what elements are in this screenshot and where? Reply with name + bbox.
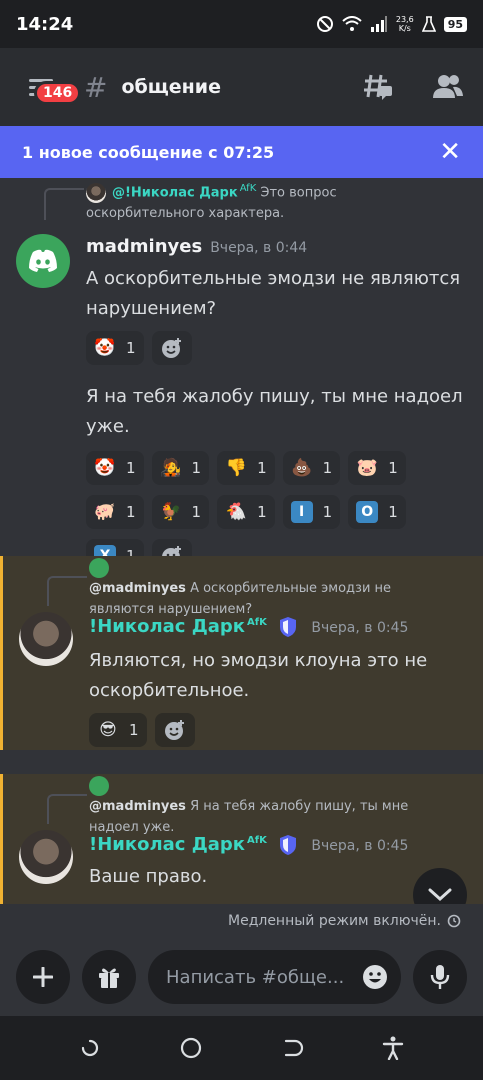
status-bar: 14:24 23,6 K/s 95	[0, 0, 483, 48]
reaction-letter-i[interactable]: I1	[282, 495, 341, 529]
microphone-icon	[430, 965, 450, 989]
reaction-chicken[interactable]: 🐔 1	[217, 495, 275, 529]
reaction-pig[interactable]: 🐖 1	[86, 495, 144, 529]
reaction-clown[interactable]: 🤡 1	[86, 331, 144, 365]
message-timestamp: Вчера, в 0:44	[210, 240, 308, 256]
reaction-bar: 🤡1 🧑‍🎤1 👎1 💩1 🐷1 🐖1 🐓1 🐔1 I1 O1 X1	[86, 451, 456, 573]
shield-icon	[280, 617, 297, 637]
slowmode-text: Медленный режим включён.	[228, 913, 441, 929]
avatar[interactable]	[19, 830, 73, 884]
emoji-icon[interactable]	[361, 963, 389, 991]
reaction-bar: 🤡 1	[86, 331, 456, 365]
reply-preview[interactable]: @!Николас Дарк AfK Это вопрос оскорбитель…	[86, 178, 443, 224]
net-speed: 23,6 K/s	[395, 15, 414, 33]
reaction-rooster[interactable]: 🐓 1	[151, 495, 210, 529]
reply-author: @!Николас Дарк	[112, 185, 238, 201]
chevron-down-icon	[428, 888, 452, 902]
gift-button[interactable]	[82, 950, 136, 1004]
gift-icon	[99, 968, 119, 988]
add-reaction-icon	[164, 720, 184, 740]
reply-author: @madminyes	[89, 581, 186, 596]
back-icon[interactable]	[282, 1037, 304, 1059]
add-reaction-icon	[161, 338, 181, 358]
add-reaction-button[interactable]	[151, 331, 192, 365]
message-list[interactable]: @!Николас Дарк AfK Это вопрос оскорбитель…	[0, 178, 483, 904]
threads-icon[interactable]	[363, 73, 393, 101]
close-icon[interactable]: ✕	[439, 137, 461, 167]
message-text: А оскорбительные эмодзи не являются нару…	[86, 268, 461, 319]
accessibility-icon[interactable]	[382, 1036, 404, 1060]
signal-icon	[370, 16, 387, 32]
reply-connector	[44, 188, 84, 220]
message-mention: @madminyes Я на тебя жалобу пишу, ты мне…	[0, 774, 483, 904]
new-messages-text: 1 новое сообщение с 07:25	[22, 142, 275, 162]
avatar[interactable]	[19, 612, 73, 666]
message-text: Я на тебя жалобу пишу, ты мне надоел уже…	[86, 386, 463, 437]
message-author[interactable]: !Николас Дарк AfK Вчера, в 0:45	[89, 834, 408, 856]
voice-message-button[interactable]	[413, 950, 467, 1004]
message-text: Ваше право.	[89, 866, 208, 887]
reaction-sunglasses[interactable]: 😎 1	[89, 713, 147, 747]
do-not-disturb-icon	[316, 16, 333, 32]
message-text: Являются, но эмодзи клоуна это не оскорб…	[89, 650, 428, 701]
members-icon[interactable]	[433, 74, 463, 100]
reaction-letter-o[interactable]: O1	[348, 495, 406, 529]
status-icons: 23,6 K/s 95	[316, 15, 467, 33]
unread-badge: 146	[34, 81, 82, 105]
reply-preview[interactable]: @madminyes Я на тебя жалобу пишу, ты мне…	[89, 776, 443, 838]
channel-hash-icon: #	[84, 70, 108, 104]
channel-title[interactable]: общение	[121, 76, 221, 98]
reaction-thumbs-down[interactable]: 👎 1	[217, 451, 275, 485]
slowmode-notice: Медленный режим включён.	[0, 904, 483, 938]
message-input[interactable]: Написать #обще...	[148, 950, 401, 1004]
reply-avatar	[89, 776, 109, 796]
timer-icon	[447, 914, 461, 928]
message-input-placeholder: Написать #обще...	[166, 966, 345, 988]
message-timestamp: Вчера, в 0:45	[311, 838, 409, 854]
message-author[interactable]: !Николас Дарк AfK Вчера, в 0:45	[89, 616, 408, 638]
system-nav-bar	[0, 1016, 483, 1080]
discord-logo-icon	[29, 249, 57, 272]
reply-avatar	[89, 558, 109, 578]
shield-icon	[280, 835, 297, 855]
reaction-poop[interactable]: 💩 1	[282, 451, 341, 485]
reply-author: @madminyes	[89, 799, 186, 814]
flask-icon	[421, 16, 436, 32]
attach-button[interactable]	[16, 950, 70, 1004]
recents-icon[interactable]	[79, 1037, 101, 1059]
reply-avatar	[86, 182, 106, 203]
status-time: 14:24	[16, 13, 74, 35]
message-gap	[0, 750, 483, 774]
reply-preview[interactable]: @madminyes А оскорбительные эмодзи не яв…	[89, 558, 443, 620]
reaction-clown[interactable]: 🤡 1	[86, 451, 144, 485]
plus-icon	[33, 967, 53, 987]
reaction-bar: 😎 1	[89, 713, 459, 747]
avatar[interactable]	[16, 234, 70, 288]
new-messages-banner[interactable]: 1 новое сообщение с 07:25 ✕	[0, 126, 483, 178]
message-composer: Написать #обще...	[0, 938, 483, 1016]
add-reaction-button[interactable]	[154, 713, 195, 747]
channel-header: 146 # общение	[0, 48, 483, 126]
home-icon[interactable]	[179, 1036, 203, 1060]
message-mention: @madminyes А оскорбительные эмодзи не яв…	[0, 556, 483, 750]
message-author[interactable]: madminyes Вчера, в 0:44	[86, 236, 307, 257]
wifi-icon	[342, 16, 362, 31]
message: @!Николас Дарк AfK Это вопрос оскорбитель…	[0, 178, 483, 573]
reply-connector	[47, 794, 87, 824]
reaction-clown-custom[interactable]: 🧑‍🎤 1	[151, 451, 210, 485]
reaction-pig-face[interactable]: 🐷 1	[348, 451, 406, 485]
menu-button[interactable]: 146	[20, 65, 82, 109]
message-timestamp: Вчера, в 0:45	[311, 620, 409, 636]
battery-indicator: 95	[443, 16, 467, 32]
reply-connector	[47, 576, 87, 606]
